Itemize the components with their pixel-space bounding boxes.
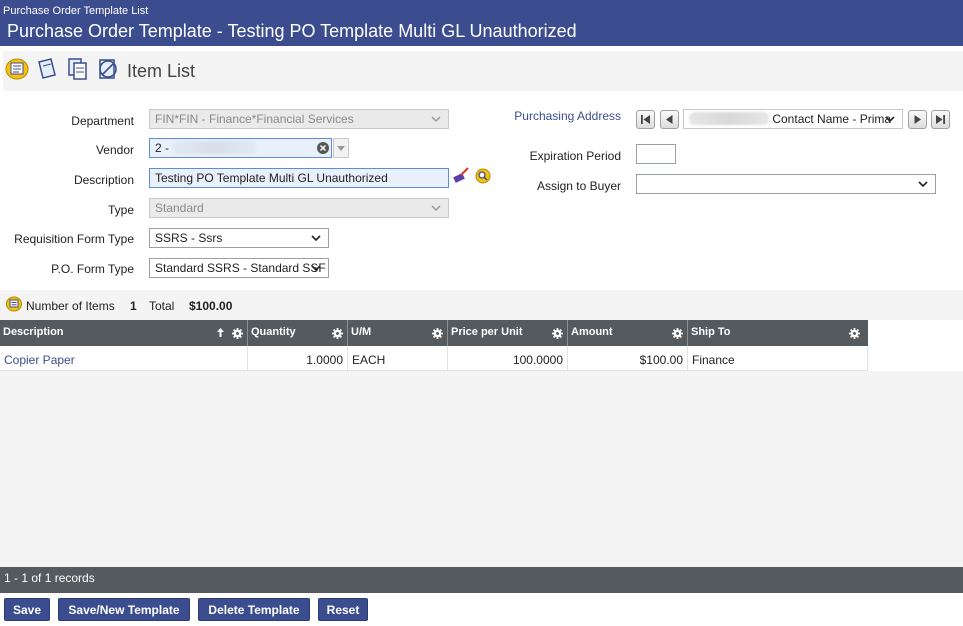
assign-to-buyer-select[interactable] [636, 174, 936, 194]
item-description-link[interactable]: Copier Paper [0, 347, 248, 371]
breadcrumb-template-list[interactable]: Purchase Order Template List [3, 5, 148, 17]
gear-icon[interactable] [432, 328, 443, 339]
description-label: Description [73, 173, 134, 187]
column-um-label: U/M [351, 326, 372, 338]
vendor-dropdown-button[interactable] [333, 138, 349, 158]
department-value: FIN*FIN - Finance*Financial Services [155, 112, 354, 126]
department-select[interactable]: FIN*FIN - Finance*Financial Services [149, 109, 449, 129]
gear-icon[interactable] [672, 328, 683, 339]
gear-icon[interactable] [332, 328, 343, 339]
expiration-period-input[interactable] [636, 144, 676, 164]
chevron-down-icon [918, 181, 928, 188]
address-redacted [689, 112, 769, 125]
copy-icon[interactable] [66, 57, 90, 81]
chevron-down-icon [885, 116, 895, 123]
assign-to-buyer-label: Assign to Buyer [536, 179, 621, 193]
purchasing-address-value: Contact Name - Prima [772, 112, 892, 126]
item-price: 100.0000 [448, 347, 568, 371]
column-price-label: Price per Unit [451, 326, 523, 338]
item-ship-to: Finance [688, 347, 868, 371]
chevron-down-icon [431, 205, 441, 212]
grid-header: Description Quantity U/M Price per Unit … [0, 320, 868, 346]
type-value: Standard [155, 201, 204, 215]
description-input[interactable]: Testing PO Template Multi GL Unauthorize… [149, 168, 449, 188]
column-header-description[interactable]: Description [0, 320, 248, 346]
department-label: Department [71, 114, 134, 128]
vendor-redacted [172, 141, 258, 154]
po-form-type-label: P.O. Form Type [51, 262, 134, 276]
description-value: Testing PO Template Multi GL Unauthorize… [155, 171, 388, 185]
gear-icon[interactable] [232, 328, 243, 339]
po-form-type-value: Standard SSRS - Standard SSF [155, 261, 326, 275]
gear-icon[interactable] [552, 328, 563, 339]
column-header-ship-to[interactable]: Ship To [688, 320, 868, 346]
item-amount: $100.00 [568, 347, 688, 371]
table-row[interactable]: Copier Paper 1.0000 EACH 100.0000 $100.0… [0, 347, 868, 371]
vendor-value: 2 - [155, 141, 170, 155]
expiration-period-label: Expiration Period [529, 149, 621, 163]
page-title: Purchase Order Template - Testing PO Tem… [7, 21, 577, 41]
document-icon[interactable] [35, 57, 59, 81]
record-count: 1 - 1 of 1 records [4, 571, 95, 585]
vendor-label: Vendor [95, 143, 134, 157]
total-value: $100.00 [189, 299, 233, 313]
skip-first-icon [641, 115, 650, 124]
column-quantity-label: Quantity [251, 326, 296, 338]
next-record-button[interactable] [908, 110, 927, 129]
column-header-um[interactable]: U/M [348, 320, 448, 346]
section-title: Item List [127, 61, 196, 81]
requisition-form-type-select[interactable]: SSRS - Ssrs [149, 228, 329, 248]
item-um: EACH [348, 347, 448, 371]
reset-button[interactable]: Reset [318, 598, 368, 621]
next-icon [914, 115, 921, 124]
number-of-items-label: Number of Items [26, 299, 115, 313]
column-amount-label: Amount [571, 326, 613, 338]
toolbar: Item List [3, 51, 963, 91]
column-header-amount[interactable]: Amount [568, 320, 688, 346]
delete-template-button[interactable]: Delete Template [198, 598, 310, 621]
purchasing-address-select[interactable]: Contact Name - Prima [683, 109, 903, 129]
requisition-form-type-label: Requisition Form Type [14, 232, 134, 246]
last-record-button[interactable] [931, 110, 950, 129]
column-header-quantity[interactable]: Quantity [248, 320, 348, 346]
items-icon [6, 296, 22, 312]
page-header: Purchase Order Template List Purchase Or… [0, 0, 963, 46]
first-record-button[interactable] [636, 110, 655, 129]
lookup-icon[interactable] [474, 166, 492, 184]
item-quantity: 1.0000 [248, 347, 348, 371]
column-header-price-per-unit[interactable]: Price per Unit [448, 320, 568, 346]
edit-description-icon[interactable] [452, 166, 470, 184]
number-of-items-value: 1 [130, 299, 137, 313]
chevron-down-icon [431, 116, 441, 123]
grid-pager: 1 - 1 of 1 records [0, 567, 963, 593]
caret-down-icon [337, 146, 345, 151]
chevron-down-icon [311, 235, 321, 242]
requisition-form-type-value: SSRS - Ssrs [155, 231, 223, 245]
vendor-input[interactable]: 2 - [149, 138, 332, 158]
skip-last-icon [936, 115, 945, 124]
total-label: Total [149, 299, 175, 313]
save-new-template-button[interactable]: Save/New Template [58, 598, 190, 621]
column-description-label: Description [3, 326, 64, 338]
clear-icon[interactable] [316, 141, 330, 155]
grid-empty-area [0, 371, 963, 567]
type-label: Type [107, 203, 134, 217]
previous-record-button[interactable] [660, 110, 679, 129]
previous-icon [666, 115, 673, 124]
gear-icon[interactable] [849, 328, 860, 339]
sort-ascending-icon[interactable] [216, 327, 225, 338]
type-select[interactable]: Standard [149, 198, 449, 218]
save-button[interactable]: Save [4, 598, 50, 621]
void-icon[interactable] [96, 57, 120, 81]
chevron-down-icon [311, 265, 321, 272]
column-ship-to-label: Ship To [691, 326, 731, 338]
items-summary: Number of Items 1 Total $100.00 [0, 290, 963, 320]
purchasing-address-label[interactable]: Purchasing Address [514, 109, 621, 123]
po-form-type-select[interactable]: Standard SSRS - Standard SSF [149, 258, 329, 278]
item-list-icon[interactable] [5, 57, 29, 81]
